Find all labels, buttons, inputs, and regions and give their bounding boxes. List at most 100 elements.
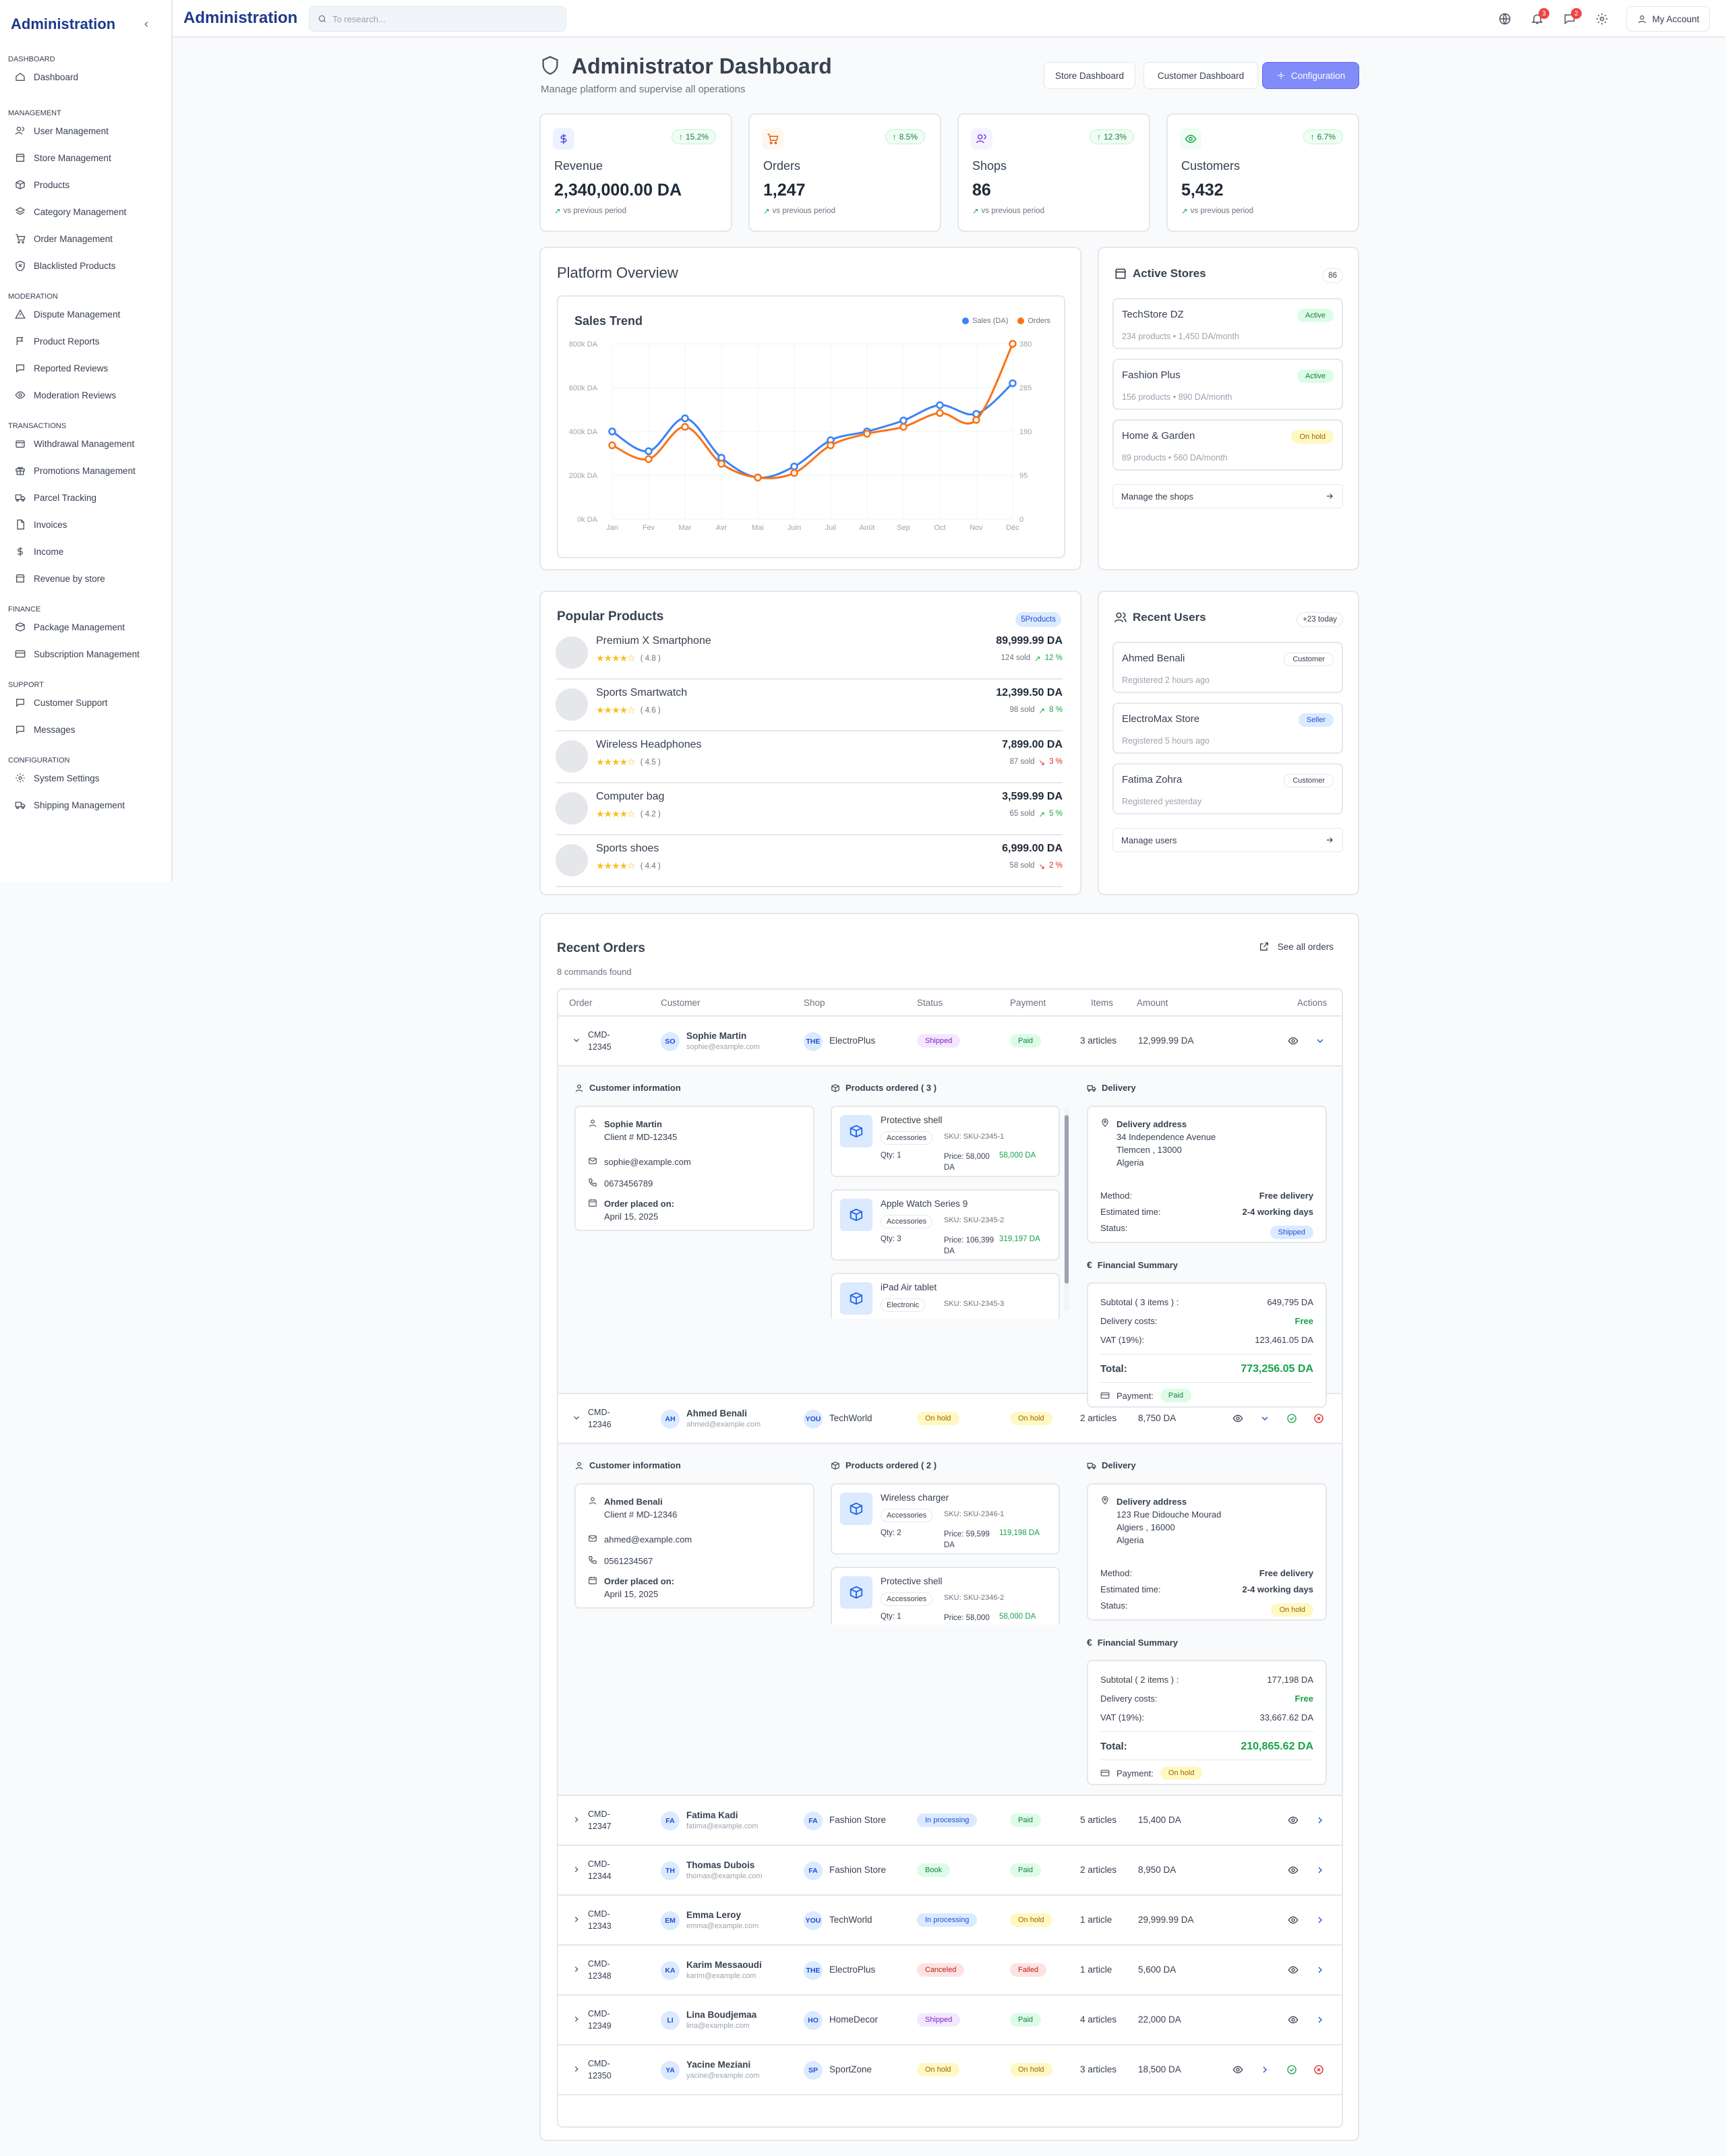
configuration-button[interactable]: Configuration [1262, 62, 1359, 89]
search-input[interactable]: To research... [309, 6, 566, 32]
gear-icon[interactable] [1595, 12, 1609, 26]
user-item[interactable]: Fatima Zohra Registered yesterday Customer [1112, 763, 1343, 814]
manage-users-link[interactable]: Manage users [1112, 828, 1343, 852]
sidebar-item-product-reports[interactable]: Product Reports [0, 328, 171, 355]
eye-icon[interactable] [1288, 1965, 1300, 1977]
sidebar-item-reported-reviews[interactable]: Reported Reviews [0, 355, 171, 382]
check-circle-icon[interactable] [1286, 2064, 1299, 2076]
message-icon[interactable]: 2 [1563, 8, 1582, 26]
chevron-right-icon[interactable] [572, 1915, 581, 1924]
chevron-right-icon[interactable] [1315, 1915, 1327, 1927]
store-dashboard-button[interactable]: Store Dashboard [1044, 62, 1135, 89]
sidebar-item-withdrawal-management[interactable]: Withdrawal Management [0, 430, 171, 457]
popular-product-item[interactable]: Sports shoes ★★★★☆ ( 4.4 ) 6,999.00 DA 58 so… [556, 837, 1063, 887]
chevron-right-icon[interactable] [1315, 1865, 1327, 1877]
series-sales-line [612, 382, 1013, 479]
delivery-title: Delivery [1102, 1083, 1136, 1093]
order-customer: Ahmed Benali ahmed@example.com [686, 1408, 761, 1431]
sidebar-item-messages[interactable]: Messages [0, 716, 171, 743]
chevron-right-icon[interactable] [572, 1865, 581, 1874]
collapse-chevron-icon[interactable] [142, 20, 151, 29]
chevron-down-icon[interactable] [572, 1036, 581, 1045]
globe-icon[interactable] [1498, 12, 1512, 26]
eye-icon[interactable] [1288, 2014, 1300, 2027]
bell-icon[interactable]: 3 [1530, 8, 1549, 26]
check-circle-icon[interactable] [1286, 1413, 1299, 1425]
popular-product-item[interactable]: Wireless Headphones ★★★★☆ ( 4.5 ) 7,899.00 … [556, 733, 1063, 783]
x-circle-icon[interactable] [1313, 2064, 1326, 2076]
financial-row: Subtotal ( 2 items ) : 177,198 DA [1100, 1675, 1313, 1685]
sidebar-item-user-management[interactable]: User Management [0, 117, 171, 144]
order-row[interactable]: CMD- 12349 LI Lina Boudjemaa lina@example.co… [558, 1996, 1342, 2045]
sidebar-item-blacklisted-products[interactable]: Blacklisted Products [0, 252, 171, 279]
x-circle-icon[interactable] [1313, 1413, 1326, 1425]
customer-dashboard-button[interactable]: Customer Dashboard [1143, 62, 1258, 89]
sidebar-item-category-management[interactable]: Category Management [0, 198, 171, 225]
chevron-right-icon[interactable] [1315, 2014, 1327, 2027]
chevron-down-icon[interactable] [1315, 1036, 1327, 1048]
sidebar-item-products[interactable]: Products [0, 171, 171, 198]
payment-status-badge: Paid [1160, 1389, 1191, 1402]
order-row[interactable]: CMD- 12350 YA Yacine Meziani yacine@example.… [558, 2045, 1342, 2095]
popular-product-item[interactable]: Computer bag ★★★★☆ ( 4.2 ) 3,599.99 DA 65 so… [556, 785, 1063, 835]
rating-value: ( 4.5 ) [640, 758, 661, 767]
sidebar-item-moderation-reviews[interactable]: Moderation Reviews [0, 382, 171, 409]
eye-icon[interactable] [1288, 1036, 1300, 1048]
order-row[interactable]: CMD- 12347 FA Fatima Kadi fatima@example.com… [558, 1796, 1342, 1846]
store-status-badge: Active [1297, 309, 1334, 322]
store-item[interactable]: Fashion Plus 156 products • 890 DA/month A… [1112, 359, 1343, 410]
user-item[interactable]: Ahmed Benali Registered 2 hours ago Custom… [1112, 642, 1343, 693]
sidebar-item-income[interactable]: Income [0, 538, 171, 565]
sidebar-item-parcel-tracking[interactable]: Parcel Tracking [0, 484, 171, 511]
manage-shops-link[interactable]: Manage the shops [1112, 484, 1343, 508]
box-icon [840, 1115, 872, 1147]
sidebar-item-order-management[interactable]: Order Management [0, 225, 171, 252]
eye-icon[interactable] [1232, 1413, 1245, 1425]
products-scrollbar[interactable] [1064, 1108, 1069, 1311]
eye-icon[interactable] [1288, 1865, 1300, 1877]
sidebar-item-subscription-management[interactable]: Subscription Management [0, 640, 171, 667]
eye-icon[interactable] [1288, 1915, 1300, 1927]
y-left-tick-label: 800k DA [569, 340, 598, 349]
chevron-right-icon[interactable] [1259, 2064, 1272, 2076]
eye-icon[interactable] [1232, 2064, 1245, 2076]
chevron-right-icon[interactable] [572, 2064, 581, 2074]
ordered-product-price: Price: 59,599 DA [944, 1530, 990, 1549]
eye-icon[interactable] [1288, 1815, 1300, 1827]
account-button[interactable]: My Account [1626, 6, 1710, 32]
sidebar-item-revenue-by-store[interactable]: Revenue by store [0, 565, 171, 592]
chevron-right-icon[interactable] [572, 2014, 581, 2024]
sidebar-item-shipping-management[interactable]: Shipping Management [0, 791, 171, 818]
sidebar-item-dispute-management[interactable]: Dispute Management [0, 301, 171, 328]
popular-product-item[interactable]: Sports Smartwatch ★★★★☆ ( 4.6 ) 12,399.50 D… [556, 682, 1063, 731]
popular-product-item[interactable]: Premium X Smartphone ★★★★☆ ( 4.8 ) 89,999.9… [556, 630, 1063, 680]
chevron-right-icon[interactable] [1315, 1815, 1327, 1827]
user-item[interactable]: ElectroMax Store Registered 5 hours ago Se… [1112, 702, 1343, 754]
customer-info-text: 0561234567 [604, 1555, 653, 1567]
sold-count: 58 sold [1009, 862, 1035, 870]
chevron-right-icon[interactable] [572, 1815, 581, 1824]
sidebar-item-package-management[interactable]: Package Management [0, 613, 171, 640]
ordered-product-price: Price: 58,000 DA [944, 1153, 990, 1172]
order-row[interactable]: CMD- 12345 SO Sophie Martin sophie@example.c… [558, 1017, 1342, 1067]
see-all-orders-link[interactable]: See all orders [1259, 941, 1334, 952]
store-item[interactable]: Home & Garden 89 products • 560 DA/month O… [1112, 419, 1343, 471]
alert-icon [15, 309, 26, 320]
store-item[interactable]: TechStore DZ 234 products • 1,450 DA/mont… [1112, 298, 1343, 349]
order-row[interactable]: CMD- 12343 EM Emma Leroy emma@example.com YOU… [558, 1896, 1342, 1946]
sidebar-item-dashboard[interactable]: Dashboard [0, 63, 171, 90]
sidebar-item-invoices[interactable]: Invoices [0, 511, 171, 538]
order-row[interactable]: CMD- 12348 KA Karim Messaoudi karim@example.… [558, 1946, 1342, 1996]
chevron-right-icon[interactable] [1315, 1965, 1327, 1977]
sidebar-item-store-management[interactable]: Store Management [0, 144, 171, 171]
chevron-down-icon[interactable] [572, 1413, 581, 1423]
product-sales: 65 sold ↗ 5 % [1009, 810, 1063, 819]
chevron-down-icon[interactable] [1259, 1413, 1272, 1425]
sidebar-item-customer-support[interactable]: Customer Support [0, 689, 171, 716]
chevron-right-icon[interactable] [572, 1965, 581, 1974]
sidebar-item-promotions-management[interactable]: Promotions Management [0, 457, 171, 484]
order-row[interactable]: CMD- 12344 TH Thomas Dubois thomas@example.c… [558, 1846, 1342, 1896]
product-thumbnail [556, 688, 588, 721]
order-id-prefix: CMD- [588, 1959, 610, 1969]
sidebar-item-system-settings[interactable]: System Settings [0, 765, 171, 791]
